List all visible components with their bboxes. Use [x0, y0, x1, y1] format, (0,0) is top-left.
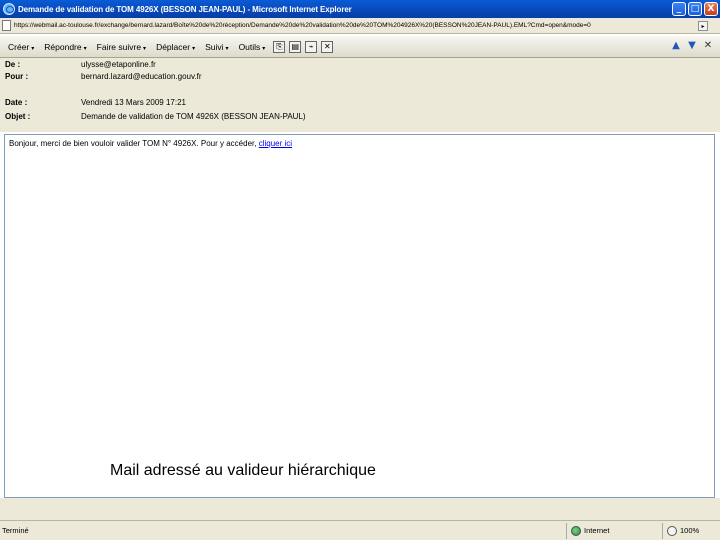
- subject-label: Objet :: [5, 112, 31, 121]
- zoom-level: 100%: [680, 526, 700, 535]
- address-scroll-arrow-icon[interactable]: ▸: [698, 20, 708, 31]
- maximize-button[interactable]: □: [688, 2, 702, 16]
- status-bar: Terminé Internet 100%: [0, 520, 720, 540]
- window-title-bar[interactable]: Demande de validation de TOM 4926X (BESS…: [0, 0, 720, 18]
- slide-caption: Mail adressé au valideur hiérarchique: [110, 462, 376, 479]
- toolbar-navigation: ▲ ▼ ✕: [670, 40, 714, 52]
- message-headers: De : ulysse@etaponline.fr Pour : bernard…: [0, 58, 720, 132]
- from-row: De : ulysse@etaponline.fr: [5, 60, 156, 69]
- internet-explorer-icon: [3, 3, 15, 15]
- status-text: Terminé: [2, 526, 29, 535]
- subject-value: Demande de validation de TOM 4926X (BESS…: [81, 112, 306, 121]
- arrow-up-icon[interactable]: ▲: [670, 40, 682, 52]
- chevron-down-icon: ▾: [31, 45, 35, 52]
- date-label: Date :: [5, 98, 28, 107]
- date-row: Date : Vendredi 13 Mars 2009 17:21: [5, 98, 186, 107]
- to-row: Pour : bernard.lazard@education.gouv.fr: [5, 72, 202, 81]
- security-zone: Internet: [566, 522, 662, 539]
- chevron-down-icon: ▾: [192, 45, 196, 52]
- access-link[interactable]: cliquer ici: [259, 139, 292, 148]
- zoom-control[interactable]: 100%: [662, 522, 700, 539]
- tools-button[interactable]: Outils ▾: [235, 39, 270, 55]
- window-title: Demande de validation de TOM 4926X (BESS…: [18, 4, 352, 14]
- to-value[interactable]: bernard.lazard@education.gouv.fr: [81, 72, 202, 81]
- lower-pane: [0, 498, 720, 520]
- to-label: Pour :: [5, 72, 29, 81]
- body-sentence: Bonjour, merci de bien vouloir valider T…: [9, 139, 257, 148]
- delete-icon[interactable]: ✕: [321, 40, 334, 53]
- from-label: De :: [5, 60, 21, 69]
- chevron-down-icon: ▾: [262, 45, 266, 52]
- reply-button[interactable]: Répondre ▾: [40, 39, 90, 55]
- create-button[interactable]: Créer ▾: [4, 39, 38, 55]
- zone-label: Internet: [584, 526, 610, 535]
- chevron-down-icon: ▾: [143, 45, 147, 52]
- print-icon[interactable]: ▤: [289, 40, 302, 53]
- zoom-icon: [667, 525, 677, 536]
- window-controls: _ □ X: [672, 2, 718, 16]
- forward-button[interactable]: Faire suivre ▾: [93, 39, 150, 55]
- close-message-icon[interactable]: ✕: [702, 40, 714, 52]
- arrow-down-icon[interactable]: ▼: [686, 40, 698, 52]
- address-url[interactable]: https://webmail.ac-toulouse.fr/exchange/…: [14, 22, 694, 29]
- date-value: Vendredi 13 Mars 2009 17:21: [81, 98, 186, 107]
- chevron-down-icon: ▾: [83, 45, 87, 52]
- subject-row: Objet : Demande de validation de TOM 492…: [5, 112, 306, 121]
- from-value[interactable]: ulysse@etaponline.fr: [81, 60, 156, 69]
- mail-toolbar: Créer ▾ Répondre ▾ Faire suivre ▾ Déplacer ▾…: [0, 36, 720, 58]
- follow-up-button[interactable]: Suivi ▾: [201, 39, 232, 55]
- move-button[interactable]: Déplacer ▾: [152, 39, 199, 55]
- page-icon: [2, 20, 11, 31]
- message-body-text: Bonjour, merci de bien vouloir valider T…: [9, 139, 292, 148]
- chevron-down-icon: ▾: [225, 45, 229, 52]
- copy-icon[interactable]: ⎘: [273, 40, 286, 53]
- globe-icon: [571, 525, 581, 536]
- address-bar: https://webmail.ac-toulouse.fr/exchange/…: [0, 18, 720, 34]
- message-body[interactable]: Bonjour, merci de bien vouloir valider T…: [4, 134, 715, 498]
- attach-icon[interactable]: ⌁: [305, 40, 318, 53]
- minimize-button[interactable]: _: [672, 2, 686, 16]
- close-button[interactable]: X: [704, 2, 718, 16]
